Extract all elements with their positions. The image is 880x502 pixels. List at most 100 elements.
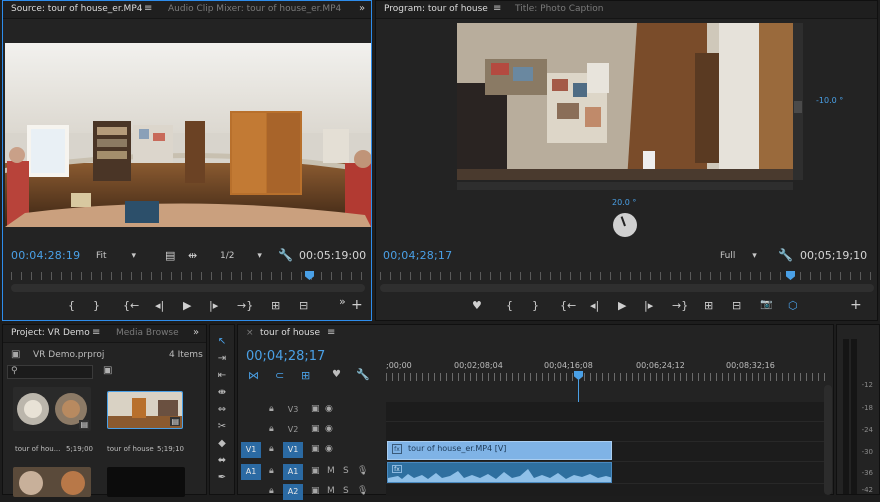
vr-video-toggle-icon[interactable]: ⬡ <box>788 299 798 312</box>
source-resolution-dropdown[interactable]: 1/2 ▾ <box>220 251 262 261</box>
source-zoom-scrollbar[interactable] <box>11 284 365 292</box>
source-timecode-current[interactable]: 00:04:28:19 <box>11 249 80 262</box>
pen-tool-icon[interactable]: ✒ <box>211 472 233 488</box>
tab-source[interactable]: Source: tour of house_er.MP4 <box>11 4 142 14</box>
program-time-ruler[interactable] <box>380 272 874 280</box>
source-tab-menu-icon[interactable]: ≡ <box>144 3 152 14</box>
wrench-icon[interactable]: 🔧 <box>356 368 370 381</box>
drag-video-icon[interactable]: ⇹ <box>188 249 197 262</box>
rate-stretch-tool-icon[interactable]: ⇔ <box>211 404 233 420</box>
tab-media-browser[interactable]: Media Browse <box>116 328 179 338</box>
lock-icon[interactable]: 🔒︎ <box>269 444 274 454</box>
nest-icon[interactable]: ⊞ <box>301 369 310 382</box>
vr-vertical-slider[interactable] <box>793 23 803 180</box>
track-label-v2[interactable]: V2 <box>283 422 303 438</box>
overwrite-button[interactable]: ⊟ <box>299 299 308 312</box>
razor-tool-icon[interactable]: ✂ <box>211 421 233 437</box>
selection-tool-icon[interactable]: ↖ <box>211 336 233 352</box>
camera-icon[interactable]: 📷 <box>760 299 772 310</box>
new-bin-icon[interactable]: ▣ <box>103 365 112 376</box>
project-tab-menu-icon[interactable]: ≡ <box>92 327 100 338</box>
go-to-in-button[interactable]: {← <box>560 299 576 312</box>
step-forward-button[interactable]: |▸ <box>209 299 218 312</box>
source-zoom-dropdown[interactable]: Fit ▾ <box>96 251 136 261</box>
step-back-button[interactable]: ◂| <box>590 299 599 312</box>
sync-lock-icon[interactable]: ▣ <box>311 444 320 454</box>
source-patch-a1[interactable]: A1 <box>241 464 261 480</box>
source-video-frame[interactable] <box>5 43 371 227</box>
timeline-vertical-scrollbar[interactable] <box>824 385 832 495</box>
vr-horizontal-slider[interactable] <box>457 182 793 190</box>
track-label-v3[interactable]: V3 <box>283 402 303 418</box>
lock-icon[interactable]: 🔒︎ <box>269 424 274 434</box>
mark-in-button[interactable]: { <box>68 299 75 312</box>
project-item-thumbnail[interactable]: ▤ <box>13 387 91 431</box>
tab-program[interactable]: Program: tour of house <box>384 4 488 14</box>
project-search-field[interactable]: ⚲ <box>7 365 93 379</box>
insert-button[interactable]: ⊞ <box>271 299 280 312</box>
play-button[interactable]: ▶ <box>618 299 626 312</box>
program-timecode-current[interactable]: 00;04;28;17 <box>383 249 452 262</box>
go-to-out-button[interactable]: →} <box>237 299 253 312</box>
source-patch-a2[interactable] <box>241 484 261 500</box>
track-label-v1[interactable]: V1 <box>283 442 303 458</box>
snap-icon[interactable]: ⋈ <box>248 369 259 382</box>
overflow-icon[interactable]: » <box>359 3 365 14</box>
lock-icon[interactable]: 🔒︎ <box>269 466 274 476</box>
eye-icon[interactable]: ◉ <box>325 444 333 454</box>
settings-panel-icon[interactable]: ▤ <box>165 249 175 262</box>
track-label-a1[interactable]: A1 <box>283 464 303 480</box>
solo-icon[interactable]: S <box>343 466 349 476</box>
mark-in-button[interactable]: { <box>506 299 513 312</box>
extract-button[interactable]: ⊟ <box>732 299 741 312</box>
play-button[interactable]: ▶ <box>183 299 191 312</box>
timeline-timecode[interactable]: 00;04;28;17 <box>246 349 325 364</box>
source-patch-v2[interactable] <box>241 422 261 438</box>
button-editor-add-icon[interactable]: + <box>850 297 862 313</box>
lift-button[interactable]: ⊞ <box>704 299 713 312</box>
go-to-in-button[interactable]: {← <box>123 299 139 312</box>
eye-icon[interactable]: ◉ <box>325 424 333 434</box>
track-label-a2[interactable]: A2 <box>283 484 303 500</box>
rolling-edit-tool-icon[interactable]: ⇼ <box>211 387 233 403</box>
mute-icon[interactable]: M <box>327 466 335 476</box>
project-item-thumbnail[interactable] <box>13 467 91 497</box>
track-select-tool-icon[interactable]: ⇥ <box>211 353 233 369</box>
overflow-icon[interactable]: » <box>193 327 199 338</box>
program-tab-menu-icon[interactable]: ≡ <box>493 3 501 14</box>
slide-tool-icon[interactable]: ⬌ <box>211 455 233 471</box>
step-forward-button[interactable]: |▸ <box>644 299 653 312</box>
add-marker-button[interactable]: ♥ <box>472 299 482 312</box>
mark-out-button[interactable]: } <box>532 299 539 312</box>
eye-icon[interactable]: ◉ <box>325 404 333 414</box>
source-more-controls-icon[interactable]: » <box>339 295 346 308</box>
program-video-frame[interactable] <box>457 23 793 180</box>
tab-project[interactable]: Project: VR Demo <box>11 328 90 338</box>
slip-tool-icon[interactable]: ◆ <box>211 438 233 454</box>
audio-clip[interactable]: fx <box>387 462 612 483</box>
project-item-thumbnail[interactable]: ▤ <box>107 391 183 429</box>
vr-rotation-dial[interactable] <box>613 213 637 237</box>
sync-lock-icon[interactable]: ▣ <box>311 404 320 414</box>
tab-sequence[interactable]: tour of house <box>260 328 320 338</box>
project-item-name[interactable]: tour of hou... <box>15 445 60 453</box>
ripple-edit-tool-icon[interactable]: ⇤ <box>211 370 233 386</box>
video-clip[interactable]: fx tour of house_er.MP4 [V] <box>387 441 612 460</box>
wrench-icon[interactable]: 🔧 <box>778 248 793 262</box>
sync-lock-icon[interactable]: ▣ <box>311 424 320 434</box>
project-search-input[interactable] <box>22 366 90 378</box>
mark-out-button[interactable]: } <box>93 299 100 312</box>
tab-title-photo-caption[interactable]: Title: Photo Caption <box>515 4 603 14</box>
project-item-name[interactable]: tour of house <box>107 445 154 453</box>
linked-selection-icon[interactable]: ⊂ <box>275 369 284 382</box>
vr-vertical-slider-thumb[interactable] <box>794 101 802 113</box>
timeline-close-icon[interactable]: × <box>246 328 254 338</box>
program-resolution-dropdown[interactable]: Full ▾ <box>720 251 757 261</box>
timeline-tab-menu-icon[interactable]: ≡ <box>327 327 335 338</box>
go-to-out-button[interactable]: →} <box>672 299 688 312</box>
step-back-button[interactable]: ◂| <box>155 299 164 312</box>
button-editor-add-icon[interactable]: + <box>351 297 363 313</box>
source-patch-v1[interactable]: V1 <box>241 442 261 458</box>
lock-icon[interactable]: 🔒︎ <box>269 404 274 414</box>
wrench-icon[interactable]: 🔧 <box>278 248 293 262</box>
